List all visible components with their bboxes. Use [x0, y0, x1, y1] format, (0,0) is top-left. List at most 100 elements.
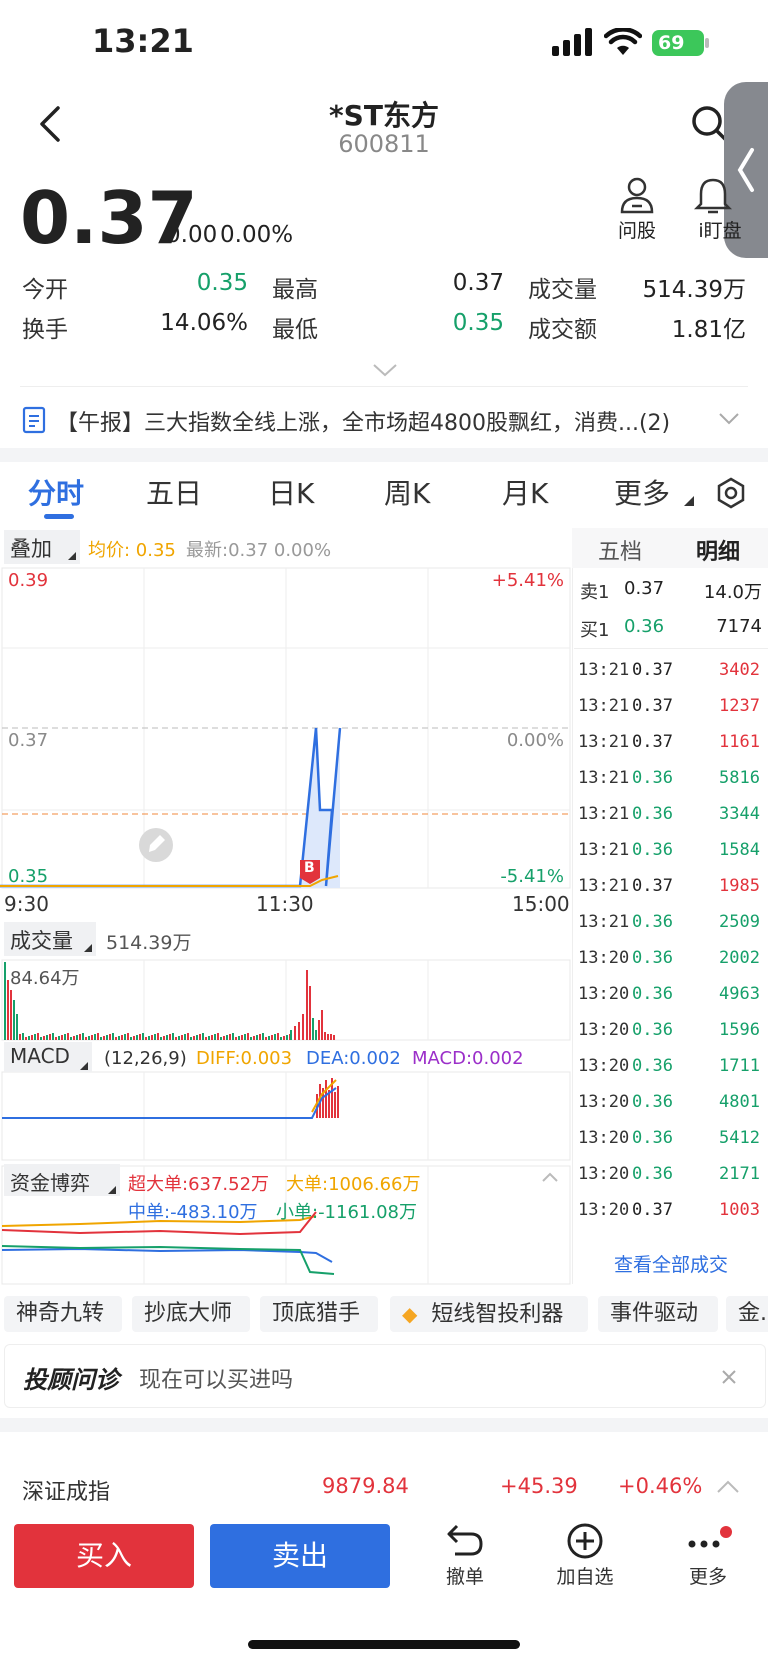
expand-chevron-icon[interactable] [372, 362, 398, 378]
volume-bar [318, 1020, 320, 1040]
volume-bar [262, 1033, 264, 1040]
ask-price: 0.37 [624, 578, 665, 599]
volume-bar [94, 1034, 96, 1040]
avg-price: 均价: 0.35 [88, 540, 176, 561]
fund-super: 超大单:637.52万 [128, 1174, 270, 1195]
volume-bar [73, 1036, 75, 1040]
trade-time: 13:20 [578, 1020, 630, 1040]
volume-bar [211, 1035, 213, 1040]
time-axis-end: 15:00 [512, 892, 570, 916]
macd-params: (12,26,9) [104, 1048, 187, 1069]
strategy-chip-bottom-master[interactable]: 抄底大师 [132, 1296, 250, 1332]
volume-bar [22, 1033, 24, 1040]
volume-bar [124, 1034, 126, 1040]
avg-line [0, 875, 339, 887]
chevron-up-icon[interactable] [716, 1480, 740, 1494]
trade-time: 13:20 [578, 1164, 630, 1184]
bid-price: 0.36 [624, 616, 665, 637]
strategy-chip-nine-turn[interactable]: 神奇九转 [4, 1296, 122, 1332]
strategy-chip-short-term[interactable]: ◆ 短线智投利器 [390, 1296, 588, 1332]
side-tab-depth[interactable]: 五档 [598, 534, 642, 566]
volume-bar [274, 1034, 276, 1040]
news-bar[interactable]: 【午报】三大指数全线上涨，全市场超4800股飘红，消费...(2) [0, 392, 768, 448]
time-axis-start: 9:30 [4, 892, 49, 916]
watch-alert-button[interactable]: i盯盘 [690, 176, 750, 243]
trade-volume: 5412 [719, 1128, 760, 1148]
close-icon[interactable] [721, 1369, 737, 1385]
volume-total: 514.39万 [106, 932, 192, 954]
macd-value: MACD:0.002 [412, 1048, 524, 1069]
trade-volume: 1711 [719, 1056, 760, 1076]
chevron-up-icon[interactable] [542, 1172, 558, 1182]
tab-monthly-k[interactable]: 月K [502, 472, 548, 512]
volume-bar [253, 1036, 255, 1040]
tab-daily-k[interactable]: 日K [268, 472, 314, 512]
stat-value-open: 0.35 [196, 270, 248, 296]
volume-bar [256, 1035, 258, 1040]
strategy-chip-label: 抄底大师 [144, 1301, 233, 1326]
volume-bar [100, 1037, 102, 1040]
undo-icon [447, 1524, 483, 1556]
stock-name: *ST东方 [329, 99, 439, 132]
add-watchlist-button[interactable]: 加自选 [552, 1522, 618, 1589]
price-change-pct: 0.00% [220, 222, 294, 248]
caret-icon [68, 552, 76, 560]
sell-button[interactable]: 卖出 [210, 1524, 390, 1588]
volume-bar [160, 1037, 162, 1040]
volume-bar [7, 980, 9, 1040]
volume-bar [294, 1026, 296, 1040]
ask-stock-label: 问股 [617, 220, 656, 242]
volume-bar [268, 1036, 270, 1040]
advisor-card[interactable]: 投顾问诊 现在可以买进吗 [4, 1344, 766, 1408]
tab-weekly-k[interactable]: 周K [384, 472, 430, 512]
tab-five-day[interactable]: 五日 [146, 472, 202, 512]
chevron-down-icon [719, 413, 739, 425]
volume-bar [52, 1033, 54, 1040]
volume-bar [187, 1033, 189, 1040]
orderbook-ask: 卖1 0.37 14.0万 [580, 578, 764, 608]
volume-bar [70, 1037, 72, 1040]
volume-bar [244, 1034, 246, 1040]
battery-icon: 69 [652, 30, 704, 56]
tab-more[interactable]: 更多 [614, 472, 670, 512]
cancel-order-button[interactable]: 撤单 [434, 1522, 496, 1589]
trade-volume: 2171 [719, 1164, 760, 1184]
more-button[interactable]: 更多 [680, 1522, 736, 1589]
buy-button[interactable]: 买入 [14, 1524, 194, 1588]
trade-price: 0.36 [632, 984, 673, 1004]
stat-label-low: 最低 [272, 317, 318, 343]
volume-bar [58, 1036, 60, 1040]
macd-bar [334, 1092, 336, 1118]
caret-icon [84, 944, 92, 952]
trade-row: 13:20 0.36 5412 [578, 1120, 764, 1156]
bid-volume: 7174 [716, 616, 762, 637]
chart-settings-icon[interactable] [714, 476, 748, 510]
volume-bar [333, 1035, 335, 1040]
stat-value-high: 0.37 [452, 270, 504, 296]
strategy-chip-more[interactable]: 金... [726, 1296, 768, 1332]
see-all-trades-link[interactable]: 查看全部成交 [574, 1250, 768, 1277]
macd-bar [325, 1080, 327, 1118]
fund-dropdown[interactable]: 资金博弈 [4, 1164, 120, 1196]
macd-dropdown[interactable]: MACD [4, 1042, 92, 1072]
trade-price: 0.37 [632, 1200, 673, 1220]
volume-bar [64, 1034, 66, 1040]
side-tab-detail[interactable]: 明细 [696, 534, 740, 566]
add-watchlist-label: 加自选 [556, 1566, 614, 1588]
strategy-chip-event-driven[interactable]: 事件驱动 [598, 1296, 718, 1332]
strategy-chip-label: 顶底猎手 [272, 1301, 361, 1326]
more-label: 更多 [688, 1566, 727, 1588]
strategy-chip-top-bottom-hunter[interactable]: 顶底猎手 [260, 1296, 378, 1332]
trade-volume: 2002 [719, 948, 760, 968]
volume-bar [190, 1037, 192, 1040]
ask-stock-button[interactable]: 问股 [614, 176, 660, 243]
volume-bar [148, 1036, 150, 1040]
overlay-dropdown[interactable]: 叠加 [4, 530, 80, 564]
volume-bar [133, 1036, 135, 1040]
volume-bar [13, 1000, 15, 1040]
stat-label-turnover: 换手 [22, 317, 68, 343]
orderbook-bid: 买1 0.36 7174 [580, 616, 764, 646]
strategy-chip-label: 事件驱动 [610, 1301, 699, 1326]
volume-dropdown[interactable]: 成交量 [4, 922, 96, 956]
tab-intraday[interactable]: 分时 [28, 472, 84, 512]
